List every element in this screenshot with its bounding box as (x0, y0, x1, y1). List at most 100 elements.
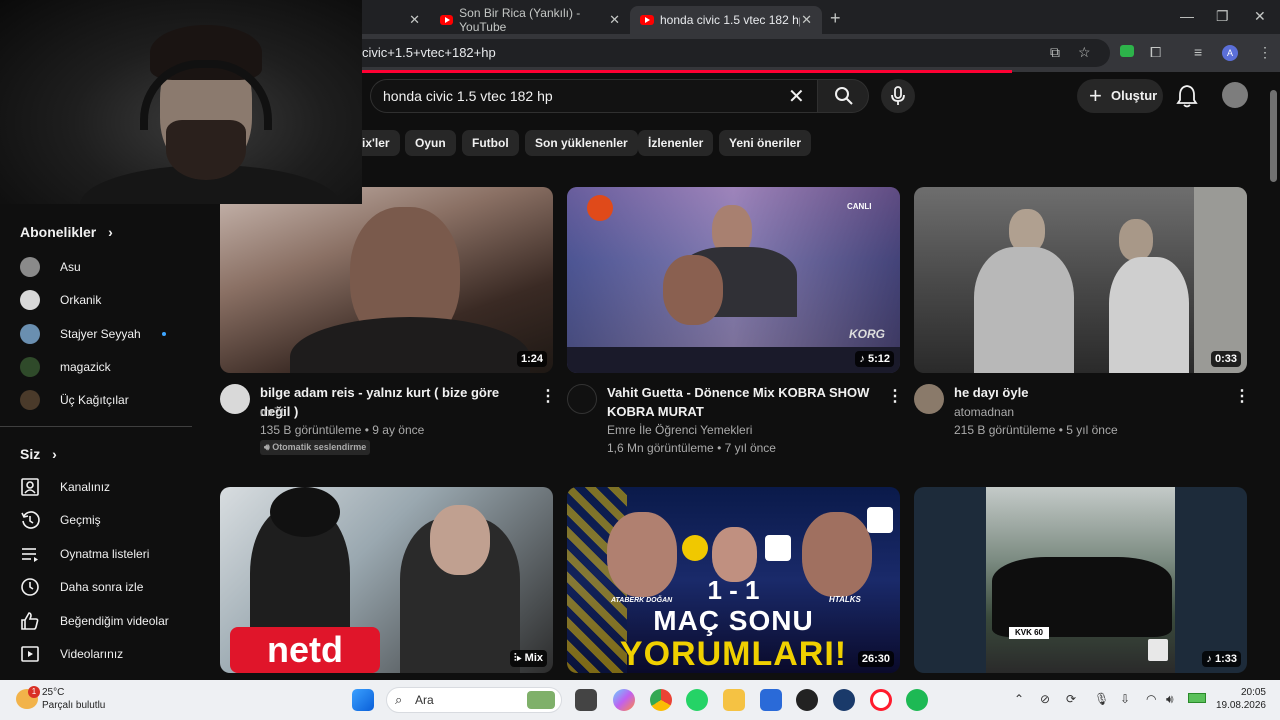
voice-search-button[interactable] (881, 79, 915, 113)
sidebar-item-stajyer-seyyah[interactable]: Stajyer Seyyah (20, 321, 190, 347)
sidebar-item-label: Kanalınız (60, 480, 111, 494)
whatsapp-icon[interactable] (686, 689, 708, 711)
channel-avatar (20, 357, 40, 377)
chip-futbol[interactable]: Futbol (462, 130, 519, 156)
opera-gx-icon[interactable] (870, 689, 892, 711)
sidebar-item-gecmis[interactable]: Geçmiş (20, 507, 190, 533)
volume-icon[interactable]: 🔊︎ (1166, 692, 1174, 707)
view-count: 135 B görüntüleme (260, 423, 362, 437)
search-input[interactable]: honda civic 1.5 vtec 182 hp (370, 79, 817, 113)
chrome-icon[interactable] (650, 689, 672, 711)
create-button[interactable]: + Oluştur (1077, 79, 1163, 113)
sidebar-item-orkanik[interactable]: Orkanik (20, 287, 190, 313)
tab-partial[interactable]: ✕ (370, 6, 430, 34)
you-heading[interactable]: Siz › (20, 446, 57, 462)
sidebar-item-asu[interactable]: Asu (20, 254, 190, 280)
microsoft-store-icon[interactable] (760, 689, 782, 711)
channel-avatar[interactable] (220, 384, 250, 414)
windows-start-icon[interactable] (352, 689, 374, 711)
sidebar-item-videolariniz[interactable]: Videolarınız (20, 641, 190, 667)
install-icon[interactable]: ⧉ (1050, 44, 1060, 61)
video-menu-icon[interactable]: ⋮ (887, 386, 903, 406)
headline-line-1: MAÇ SONU (653, 605, 814, 636)
bookmark-star-icon[interactable]: ☆ (1078, 44, 1091, 61)
sidebar-item-oynatma-listeleri[interactable]: Oynatma listeleri (20, 541, 190, 567)
page-scrollbar[interactable] (1270, 90, 1277, 182)
create-label: Oluştur (1111, 88, 1158, 103)
address-bar[interactable]: civic+1.5+vtec+182+hp (340, 39, 1110, 67)
video-title[interactable]: bilge adam reis - yalnız kurt ( bize gör… (260, 383, 530, 421)
tab-close-icon[interactable]: ✕ (801, 12, 812, 28)
obs-icon[interactable] (796, 689, 818, 711)
spotify-icon[interactable] (906, 689, 928, 711)
notifications-bell-icon[interactable] (1176, 84, 1198, 108)
steam-icon[interactable] (833, 689, 855, 711)
chip-izlenenler[interactable]: İzlenenler (638, 130, 714, 156)
maximize-icon[interactable]: ❐ (1216, 8, 1229, 25)
view-count: 215 B görüntüleme (954, 423, 1056, 437)
video-title[interactable]: Vahit Guetta - Dönence Mix KOBRA SHOW KO… (607, 383, 877, 421)
file-explorer-icon[interactable] (723, 689, 745, 711)
thumbnail-wall (1194, 187, 1247, 373)
tab-son-bir-rica[interactable]: Son Bir Rica (Yankılı) - YouTube ✕ (430, 6, 630, 34)
video-thumbnail[interactable]: KVK 60 ♪ 1:33 (914, 487, 1247, 673)
video-menu-icon[interactable]: ⋮ (540, 386, 556, 406)
chip-son-yuklenenler[interactable]: Son yüklenenler (525, 130, 638, 156)
taskbar-search[interactable]: ⌕ Ara (386, 687, 562, 713)
chevron-right-icon: › (52, 446, 57, 462)
video-menu-icon[interactable]: ⋮ (1234, 386, 1250, 406)
tray-overflow-icon[interactable]: ⌃ (1014, 692, 1024, 706)
search-button[interactable] (817, 79, 869, 113)
presenter-left: ATABERK DOĞAN (611, 597, 673, 604)
sidebar-item-label: Stajyer Seyyah (60, 327, 141, 341)
wifi-icon[interactable]: ◠ (1146, 692, 1156, 706)
tray-app-icon[interactable]: ⊘ (1040, 692, 1050, 706)
tray-mic-icon[interactable]: 🎙︎ (1094, 692, 1109, 706)
channel-name[interactable]: atomadnan (954, 403, 1014, 421)
sidebar-item-uc-kagitcilar[interactable]: Üç Kağıtçılar (20, 387, 190, 413)
sidebar-item-daha-sonra-izle[interactable]: Daha sonra izle (20, 574, 190, 600)
clear-search-icon[interactable]: ✕ (788, 84, 805, 109)
tab-close-icon[interactable]: ✕ (609, 12, 620, 28)
video-thumbnail[interactable]: netd ⫶▸ Mix (220, 487, 553, 673)
media-control-icon[interactable]: ≡ (1194, 44, 1202, 60)
video-thumbnail[interactable]: 1:24 (220, 187, 553, 373)
profile-avatar-icon[interactable]: A (1222, 45, 1238, 61)
subscriptions-heading[interactable]: Abonelikler › (20, 224, 113, 240)
weather-widget[interactable]: 25°C Parçalı bulutlu (42, 686, 105, 712)
screen: ✕ Son Bir Rica (Yankılı) - YouTube ✕ hon… (0, 0, 1280, 720)
video-title[interactable]: he dayı öyle (954, 383, 1224, 402)
subscriptions-heading-label: Abonelikler (20, 224, 97, 240)
ticker-bar (567, 347, 900, 373)
window-close-icon[interactable]: ✕ (1254, 8, 1266, 25)
video-thumbnail[interactable]: 0:33 (914, 187, 1247, 373)
taskbar-clock[interactable]: 20:05 19.08.2026 (1214, 686, 1266, 712)
task-view-icon[interactable] (575, 689, 597, 711)
video-duration: 1:24 (516, 351, 547, 367)
sidebar-item-magazick[interactable]: magazick (20, 354, 190, 380)
sidebar-item-kanaliniz[interactable]: Kanalınız (20, 474, 190, 500)
video-thumbnail[interactable]: CANLI KORG ♪ 5:12 (567, 187, 900, 373)
sidebar-item-begendigim-videolar[interactable]: Beğendiğim videolar (20, 608, 190, 634)
new-tab-icon[interactable]: + (830, 8, 841, 29)
tray-sync-icon[interactable]: ⟳ (1066, 692, 1076, 706)
chip-oyun[interactable]: Oyun (405, 130, 456, 156)
battery-icon[interactable] (1188, 693, 1206, 703)
video-thumbnail[interactable]: 1 - 1 MAÇ SONU YORUMLARI! ATABERK DOĞAN … (567, 487, 900, 673)
minimize-icon[interactable]: — (1180, 8, 1194, 24)
channel-name[interactable]: Emre İle Öğrenci Yemekleri (607, 421, 752, 439)
tray-update-icon[interactable]: ⇩ (1120, 692, 1130, 706)
channel-name[interactable]: mr7t (260, 403, 284, 421)
copilot-icon[interactable] (613, 689, 635, 711)
chip-yeni-oneriler[interactable]: Yeni öneriler (719, 130, 812, 156)
thumbnail-car (992, 557, 1172, 637)
tab-close-icon[interactable]: ✕ (409, 12, 420, 28)
browser-menu-icon[interactable]: ⋮ (1258, 44, 1272, 61)
channel-avatar[interactable] (914, 384, 944, 414)
extension-icon[interactable] (1120, 45, 1134, 57)
new-content-dot (162, 332, 166, 336)
tab-honda-civic[interactable]: honda civic 1.5 vtec 182 hp - Yo ✕ (630, 6, 822, 34)
account-avatar[interactable] (1222, 82, 1248, 108)
channel-avatar[interactable] (567, 384, 597, 414)
extensions-puzzle-icon[interactable]: ⧠ (1150, 44, 1161, 61)
